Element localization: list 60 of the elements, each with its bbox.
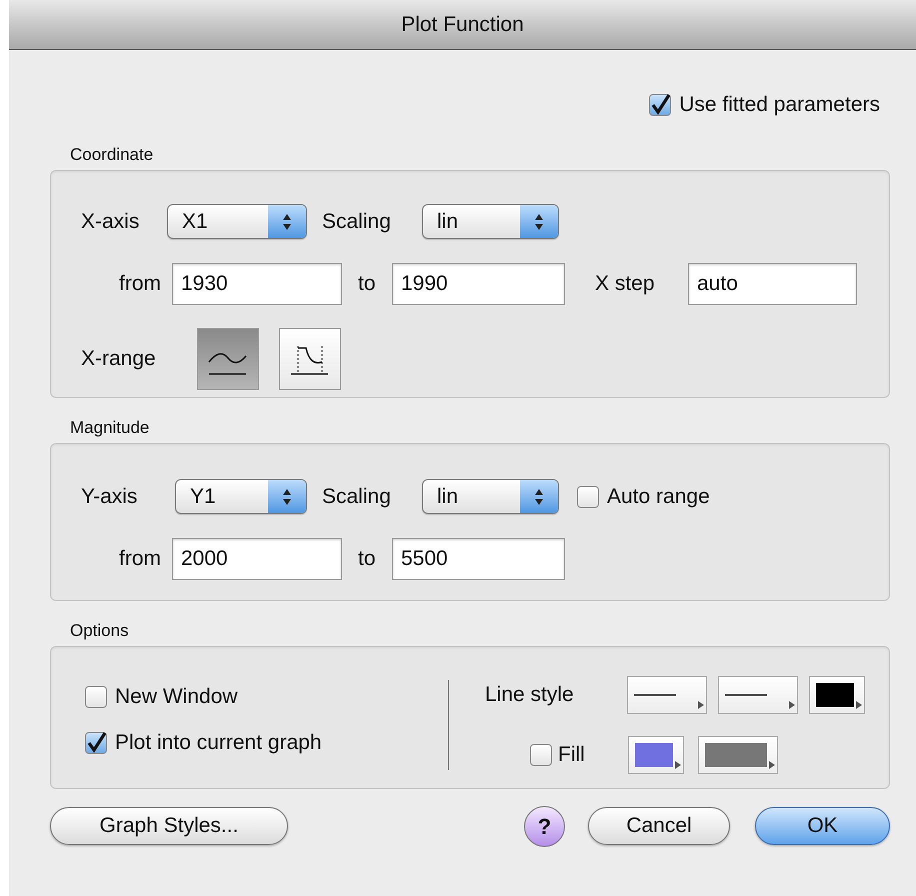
- swatch-button[interactable]: [718, 676, 798, 714]
- range-mode-button[interactable]: [279, 328, 341, 390]
- checkbox-label: New Window: [115, 684, 238, 710]
- field-label: Line style: [485, 682, 575, 708]
- checkmark-icon: [649, 94, 672, 116]
- field-label: to: [358, 546, 377, 572]
- swatch-button[interactable]: [627, 676, 707, 714]
- swatch-button[interactable]: [809, 676, 865, 714]
- clipped-curve-icon: [291, 346, 328, 375]
- checkbox[interactable]: [649, 94, 672, 116]
- popup-button[interactable]: lin: [422, 204, 559, 239]
- up-down-arrows-icon: [533, 486, 545, 506]
- field-label: Scaling: [322, 484, 392, 510]
- curve-icon: [208, 353, 247, 375]
- checkbox[interactable]: [85, 732, 107, 754]
- checkbox[interactable]: [530, 744, 552, 766]
- popup-button[interactable]: X1: [167, 204, 307, 239]
- line-sample-icon: [634, 693, 676, 697]
- popup-button[interactable]: Y1: [175, 479, 307, 514]
- cancel-button[interactable]: Cancel: [588, 807, 730, 845]
- up-down-arrows-icon: [281, 486, 293, 506]
- field-label: X-range: [81, 346, 157, 372]
- section-title: Coordinate: [70, 144, 154, 166]
- triangle-icon: [789, 701, 795, 709]
- up-down-arrows-icon: [281, 212, 293, 232]
- checkmark-icon: [85, 732, 107, 754]
- swatch-button[interactable]: [698, 736, 778, 774]
- triangle-icon: [698, 701, 704, 709]
- text-field[interactable]: auto: [688, 263, 857, 305]
- triangle-icon: [675, 761, 681, 769]
- field-label: from: [118, 546, 161, 572]
- field-label: from: [118, 271, 161, 298]
- graph-styles-button[interactable]: Graph Styles...: [50, 807, 288, 845]
- text-field[interactable]: 1990: [392, 263, 565, 305]
- checkbox[interactable]: [577, 486, 599, 508]
- checkbox-label: Use fitted parameters: [679, 92, 880, 118]
- section-title: Magnitude: [70, 417, 150, 440]
- range-mode-button[interactable]: [197, 328, 259, 390]
- text-field[interactable]: 5500: [392, 538, 565, 580]
- field-label: Scaling: [322, 208, 392, 235]
- help-button[interactable]: ?: [524, 806, 565, 846]
- checkbox-label: Plot into current graph: [115, 730, 322, 756]
- triangle-icon: [856, 701, 862, 709]
- checkbox[interactable]: [85, 686, 107, 708]
- field-label: to: [358, 271, 377, 298]
- text-field[interactable]: 2000: [172, 538, 342, 580]
- field-label: Y-axis: [81, 484, 138, 510]
- line-sample-icon: [725, 693, 767, 697]
- field-label: Fill: [558, 742, 586, 768]
- up-down-arrows-icon: [533, 212, 545, 232]
- triangle-icon: [769, 761, 775, 769]
- text-field[interactable]: 1930: [172, 263, 342, 305]
- checkbox-label: Auto range: [607, 484, 710, 510]
- window-title: Plot Function: [401, 12, 524, 38]
- popup-button[interactable]: lin: [422, 479, 559, 514]
- section-title: Options: [70, 620, 129, 642]
- ok-button[interactable]: OK: [755, 807, 890, 845]
- field-label: X-axis: [81, 208, 140, 235]
- swatch-button[interactable]: [628, 736, 684, 774]
- field-label: X step: [595, 271, 656, 298]
